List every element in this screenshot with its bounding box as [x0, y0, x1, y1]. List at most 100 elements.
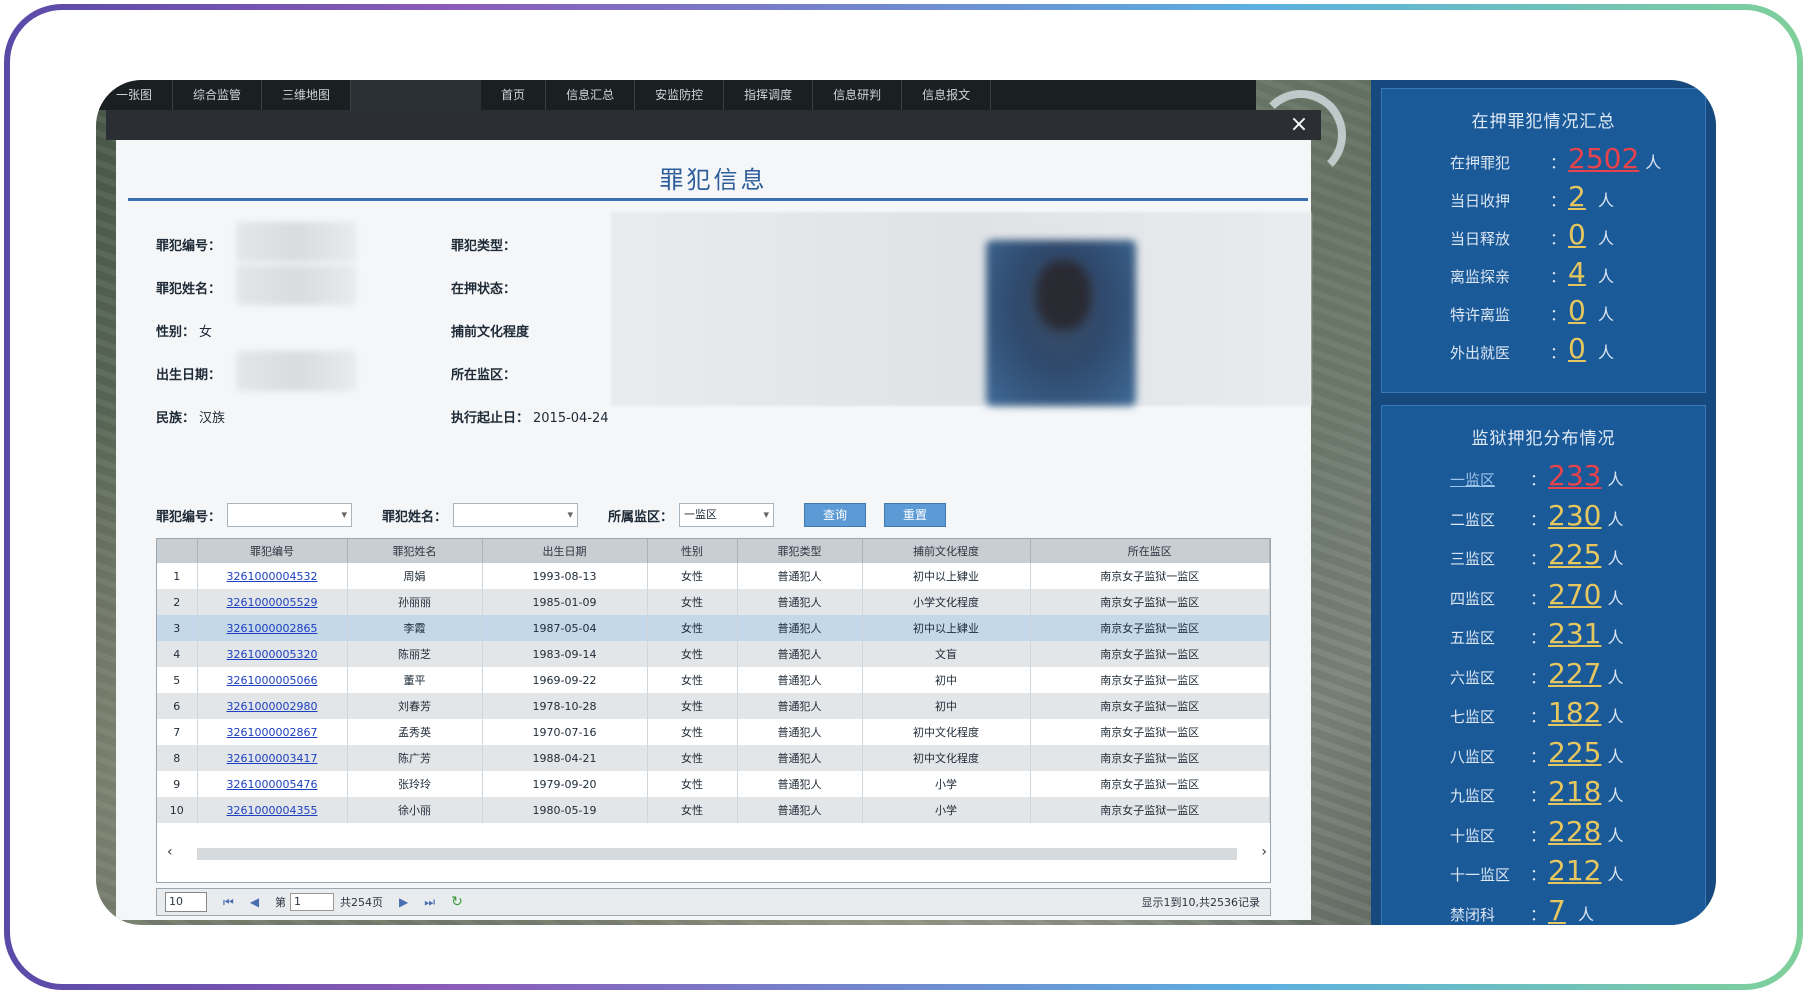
- table-row[interactable]: 2 3261000005529 孙丽丽 1985-01-09 女性 普通犯人 小学文化程度南…: [157, 589, 1270, 615]
- table-cell: 初中以上肄业: [862, 615, 1031, 641]
- column-header[interactable]: 捕前文化程度: [862, 539, 1031, 563]
- column-header[interactable]: 罪犯类型: [737, 539, 863, 563]
- table-row[interactable]: 9 3261000005476 张玲玲 1979-09-20 女性 普通犯人 小学 南京女子监…: [157, 771, 1270, 797]
- table-cell: 文盲: [862, 641, 1031, 667]
- page-number-input[interactable]: 1: [290, 893, 335, 911]
- criminal-no-link[interactable]: 3261000004355: [197, 797, 348, 823]
- stat-value[interactable]: 4: [1568, 256, 1592, 289]
- reset-button[interactable]: 重置: [884, 503, 947, 527]
- criminal-no-link[interactable]: 3261000002980: [197, 693, 348, 719]
- criminal-no-link[interactable]: 3261000005320: [197, 641, 348, 667]
- page-size-select[interactable]: 10: [165, 892, 207, 912]
- stat-value[interactable]: 0: [1568, 218, 1592, 251]
- stat-value[interactable]: 233: [1548, 459, 1601, 492]
- nav-item-security[interactable]: 安监防控: [635, 80, 725, 110]
- field-start-date: 执行起止日： 2015-04-24: [451, 407, 609, 426]
- table-cell: 初中文化程度: [862, 745, 1031, 771]
- stat-value[interactable]: 231: [1548, 617, 1601, 650]
- last-page-icon[interactable]: ⏭: [424, 895, 435, 910]
- criminal-no-link[interactable]: 3261000002865: [197, 615, 348, 641]
- table-row[interactable]: 6 3261000002980 刘春芳 1978-10-28 女性 普通犯人 初中 南京女子监…: [157, 693, 1270, 719]
- chevron-down-icon: ▾: [567, 508, 574, 521]
- start-date-value: 2015-04-24: [533, 411, 609, 426]
- table-cell: 3: [157, 615, 198, 641]
- first-page-icon[interactable]: ⏮: [223, 895, 234, 910]
- nav-item-reports[interactable]: 信息报文: [902, 80, 992, 110]
- column-header[interactable]: [157, 539, 198, 563]
- stat-value[interactable]: 0: [1568, 332, 1592, 365]
- stat-colon: ：: [1530, 509, 1547, 529]
- close-icon[interactable]: ×: [1287, 113, 1311, 137]
- scroll-left-icon[interactable]: ‹: [167, 844, 173, 860]
- stat-value[interactable]: 2502: [1568, 142, 1639, 175]
- stat-value[interactable]: 2: [1568, 180, 1592, 213]
- stat-label: 三监区: [1450, 550, 1496, 568]
- nav-item-overview[interactable]: 一张图: [96, 80, 174, 110]
- stat-value[interactable]: 230: [1548, 499, 1601, 532]
- prison-select-value: 一监区: [684, 508, 718, 521]
- table-row[interactable]: 7 3261000002867 孟秀英 1970-07-16 女性 普通犯人 初中文化程度南…: [157, 719, 1270, 745]
- distribution-title: 监狱押犯分布情况: [1471, 429, 1616, 449]
- stat-value[interactable]: 227: [1548, 657, 1601, 690]
- stat-unit: 人: [1607, 549, 1624, 568]
- table-row[interactable]: 8 3261000003417 陈广芳 1988-04-21 女性 普通犯人 初中文化程度南…: [157, 745, 1270, 771]
- chevron-down-icon: ▾: [763, 508, 770, 521]
- total-pages: 共254页: [340, 896, 384, 909]
- stat-value[interactable]: 7: [1548, 894, 1572, 926]
- nav-item-supervision[interactable]: 综合监管: [173, 80, 263, 110]
- horizontal-scrollbar[interactable]: ‹ ›: [167, 844, 1267, 860]
- prison-select[interactable]: 一监区 ▾: [679, 503, 775, 527]
- column-header[interactable]: 出生日期: [482, 539, 648, 563]
- nav-item-analysis[interactable]: 信息研判: [813, 80, 903, 110]
- criminal-no-link[interactable]: 3261000005529: [197, 589, 348, 615]
- refresh-icon[interactable]: ↻: [451, 894, 463, 910]
- field-education: 捕前文化程度: [451, 321, 529, 340]
- nav-item-dispatch[interactable]: 指挥调度: [724, 80, 814, 110]
- criminal-name-select[interactable]: ▾: [453, 503, 579, 527]
- field-name: 罪犯姓名：: [156, 278, 221, 297]
- column-header[interactable]: 所在监区: [1030, 539, 1270, 563]
- nav-item-3d-map[interactable]: 三维地图: [262, 80, 352, 110]
- column-header[interactable]: 罪犯编号: [197, 539, 348, 563]
- criminal-no-link[interactable]: 3261000004532: [197, 563, 348, 589]
- nav-item-home[interactable]: 首页: [481, 80, 547, 110]
- stat-label: 十一监区: [1450, 866, 1511, 884]
- stat-label[interactable]: 一监区: [1450, 469, 1530, 490]
- stat-row: 十一监区 ： 212 人: [1382, 854, 1705, 894]
- stat-value[interactable]: 0: [1568, 294, 1592, 327]
- table-row[interactable]: 10 3261000004355 徐小丽 1980-05-19 女性 普通犯人 小学 南京女子…: [157, 797, 1270, 823]
- criminal-no-link[interactable]: 3261000003417: [197, 745, 348, 771]
- table-row[interactable]: 1 3261000004532 周娟 1993-08-13 女性 普通犯人 初中以上肄业 南京…: [157, 563, 1270, 589]
- stat-value[interactable]: 225: [1548, 538, 1601, 571]
- table-row[interactable]: 5 3261000005066 董平 1969-09-22 女性 普通犯人 初中 南京女子监狱…: [157, 667, 1270, 693]
- column-header[interactable]: 罪犯姓名: [347, 539, 483, 563]
- stat-label: 当日释放: [1450, 230, 1511, 248]
- criminal-no-link[interactable]: 3261000005066: [197, 667, 348, 693]
- scroll-right-icon[interactable]: ›: [1261, 844, 1267, 860]
- table-row[interactable]: 3 3261000002865 李霞 1987-05-04 女性 普通犯人 初中以上肄业 南京…: [157, 615, 1270, 641]
- field-criminal-type: 罪犯类型：: [451, 235, 516, 254]
- field-prison: 所在监区：: [451, 364, 516, 383]
- criminal-no-select[interactable]: ▾: [227, 503, 353, 527]
- stat-label: 十监区: [1450, 826, 1496, 845]
- next-page-icon[interactable]: ▶: [399, 895, 408, 909]
- table-cell: 南京女子监狱一监区: [1030, 693, 1270, 719]
- criminal-no-link[interactable]: 3261000005476: [197, 771, 348, 797]
- stat-row: 外出就医 ： 0 人: [1382, 332, 1705, 370]
- stat-value[interactable]: 225: [1548, 736, 1601, 769]
- nav-item-info-summary[interactable]: 信息汇总: [546, 80, 636, 110]
- stat-colon: ：: [1550, 267, 1567, 286]
- query-button[interactable]: 查询: [804, 503, 867, 527]
- stat-value[interactable]: 228: [1548, 815, 1601, 848]
- criminal-no-link[interactable]: 3261000002867: [197, 719, 348, 745]
- stat-value[interactable]: 212: [1548, 854, 1601, 887]
- distribution-list: 一监区： 233 人二监区： 230 人三监区： 225 人四监区： 270 人五监区： 231 人…: [1382, 459, 1705, 925]
- prev-page-icon[interactable]: ◀: [250, 895, 259, 909]
- table-cell: 徐小丽: [347, 797, 483, 823]
- column-header[interactable]: 性别: [647, 539, 738, 563]
- stat-value[interactable]: 182: [1548, 696, 1601, 729]
- stat-value[interactable]: 218: [1548, 775, 1601, 808]
- table-row[interactable]: 4 3261000005320 陈丽芝 1983-09-14 女性 普通犯人 文盲 南京女子监…: [157, 641, 1270, 667]
- table-cell: 南京女子监狱一监区: [1030, 641, 1270, 667]
- stat-value[interactable]: 270: [1548, 578, 1601, 611]
